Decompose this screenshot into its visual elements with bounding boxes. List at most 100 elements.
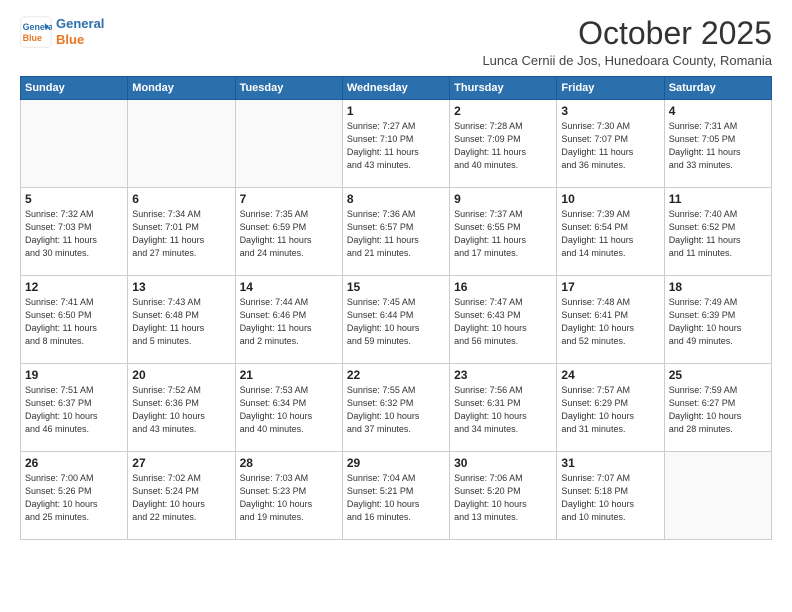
day-number: 25 — [669, 368, 767, 382]
day-info: Sunrise: 7:39 AM Sunset: 6:54 PM Dayligh… — [561, 208, 659, 260]
day-info: Sunrise: 7:30 AM Sunset: 7:07 PM Dayligh… — [561, 120, 659, 172]
day-number: 30 — [454, 456, 552, 470]
day-info: Sunrise: 7:51 AM Sunset: 6:37 PM Dayligh… — [25, 384, 123, 436]
day-number: 31 — [561, 456, 659, 470]
col-monday: Monday — [128, 77, 235, 100]
day-info: Sunrise: 7:43 AM Sunset: 6:48 PM Dayligh… — [132, 296, 230, 348]
day-info: Sunrise: 7:45 AM Sunset: 6:44 PM Dayligh… — [347, 296, 445, 348]
day-info: Sunrise: 7:49 AM Sunset: 6:39 PM Dayligh… — [669, 296, 767, 348]
svg-text:Blue: Blue — [23, 33, 42, 43]
day-info: Sunrise: 7:53 AM Sunset: 6:34 PM Dayligh… — [240, 384, 338, 436]
day-number: 4 — [669, 104, 767, 118]
day-info: Sunrise: 7:32 AM Sunset: 7:03 PM Dayligh… — [25, 208, 123, 260]
table-row: 4Sunrise: 7:31 AM Sunset: 7:05 PM Daylig… — [664, 100, 771, 188]
calendar-week-row: 5 Sunrise: 7:32 AM Sunset: 7:03 PM Daylig… — [21, 188, 772, 276]
table-row: 5 Sunrise: 7:32 AM Sunset: 7:03 PM Daylig… — [21, 188, 128, 276]
day-info: Sunrise: 7:44 AM Sunset: 6:46 PM Dayligh… — [240, 296, 338, 348]
day-info: Sunrise: 7:03 AM Sunset: 5:23 PM Dayligh… — [240, 472, 338, 524]
table-row — [235, 100, 342, 188]
table-row — [21, 100, 128, 188]
day-number: 15 — [347, 280, 445, 294]
day-info: Sunrise: 7:04 AM Sunset: 5:21 PM Dayligh… — [347, 472, 445, 524]
location-subtitle: Lunca Cernii de Jos, Hunedoara County, R… — [482, 53, 772, 68]
table-row: 28 Sunrise: 7:03 AM Sunset: 5:23 PM Dayli… — [235, 452, 342, 540]
calendar-week-row: 12Sunrise: 7:41 AM Sunset: 6:50 PM Dayli… — [21, 276, 772, 364]
table-row: 8 Sunrise: 7:36 AM Sunset: 6:57 PM Daylig… — [342, 188, 449, 276]
calendar-header-row: Sunday Monday Tuesday Wednesday Thursday… — [21, 77, 772, 100]
col-saturday: Saturday — [664, 77, 771, 100]
day-number: 7 — [240, 192, 338, 206]
table-row — [128, 100, 235, 188]
day-info: Sunrise: 7:52 AM Sunset: 6:36 PM Dayligh… — [132, 384, 230, 436]
logo-icon: General Blue — [20, 16, 52, 48]
day-number: 14 — [240, 280, 338, 294]
day-info: Sunrise: 7:37 AM Sunset: 6:55 PM Dayligh… — [454, 208, 552, 260]
table-row: 18 Sunrise: 7:49 AM Sunset: 6:39 PM Dayli… — [664, 276, 771, 364]
day-info: Sunrise: 7:56 AM Sunset: 6:31 PM Dayligh… — [454, 384, 552, 436]
day-number: 8 — [347, 192, 445, 206]
day-info: Sunrise: 7:36 AM Sunset: 6:57 PM Dayligh… — [347, 208, 445, 260]
logo: General Blue General Blue — [20, 16, 104, 48]
day-info: Sunrise: 7:41 AM Sunset: 6:50 PM Dayligh… — [25, 296, 123, 348]
day-number: 5 — [25, 192, 123, 206]
table-row: 31 Sunrise: 7:07 AM Sunset: 5:18 PM Dayli… — [557, 452, 664, 540]
month-title: October 2025 — [482, 16, 772, 51]
day-number: 1 — [347, 104, 445, 118]
table-row: 7 Sunrise: 7:35 AM Sunset: 6:59 PM Daylig… — [235, 188, 342, 276]
day-info: Sunrise: 7:02 AM Sunset: 5:24 PM Dayligh… — [132, 472, 230, 524]
day-number: 24 — [561, 368, 659, 382]
day-number: 2 — [454, 104, 552, 118]
calendar-page: General Blue General Blue October 2025 L… — [0, 0, 792, 560]
table-row: 1Sunrise: 7:27 AM Sunset: 7:10 PM Daylig… — [342, 100, 449, 188]
day-info: Sunrise: 7:59 AM Sunset: 6:27 PM Dayligh… — [669, 384, 767, 436]
day-number: 19 — [25, 368, 123, 382]
table-row: 20Sunrise: 7:52 AM Sunset: 6:36 PM Dayli… — [128, 364, 235, 452]
day-number: 28 — [240, 456, 338, 470]
table-row: 2 Sunrise: 7:28 AM Sunset: 7:09 PM Daylig… — [450, 100, 557, 188]
day-number: 9 — [454, 192, 552, 206]
col-friday: Friday — [557, 77, 664, 100]
table-row: 11 Sunrise: 7:40 AM Sunset: 6:52 PM Dayli… — [664, 188, 771, 276]
day-info: Sunrise: 7:28 AM Sunset: 7:09 PM Dayligh… — [454, 120, 552, 172]
table-row: 12Sunrise: 7:41 AM Sunset: 6:50 PM Dayli… — [21, 276, 128, 364]
table-row — [664, 452, 771, 540]
day-info: Sunrise: 7:06 AM Sunset: 5:20 PM Dayligh… — [454, 472, 552, 524]
table-row: 15 Sunrise: 7:45 AM Sunset: 6:44 PM Dayli… — [342, 276, 449, 364]
table-row: 23 Sunrise: 7:56 AM Sunset: 6:31 PM Dayli… — [450, 364, 557, 452]
day-number: 11 — [669, 192, 767, 206]
col-tuesday: Tuesday — [235, 77, 342, 100]
day-number: 27 — [132, 456, 230, 470]
table-row: 25 Sunrise: 7:59 AM Sunset: 6:27 PM Dayli… — [664, 364, 771, 452]
table-row: 19 Sunrise: 7:51 AM Sunset: 6:37 PM Dayli… — [21, 364, 128, 452]
day-info: Sunrise: 7:48 AM Sunset: 6:41 PM Dayligh… — [561, 296, 659, 348]
table-row: 17Sunrise: 7:48 AM Sunset: 6:41 PM Dayli… — [557, 276, 664, 364]
table-row: 3Sunrise: 7:30 AM Sunset: 7:07 PM Daylig… — [557, 100, 664, 188]
day-info: Sunrise: 7:47 AM Sunset: 6:43 PM Dayligh… — [454, 296, 552, 348]
header: General Blue General Blue October 2025 L… — [20, 16, 772, 68]
table-row: 10Sunrise: 7:39 AM Sunset: 6:54 PM Dayli… — [557, 188, 664, 276]
table-row: 21 Sunrise: 7:53 AM Sunset: 6:34 PM Dayli… — [235, 364, 342, 452]
day-info: Sunrise: 7:57 AM Sunset: 6:29 PM Dayligh… — [561, 384, 659, 436]
day-info: Sunrise: 7:07 AM Sunset: 5:18 PM Dayligh… — [561, 472, 659, 524]
day-info: Sunrise: 7:35 AM Sunset: 6:59 PM Dayligh… — [240, 208, 338, 260]
table-row: 26 Sunrise: 7:00 AM Sunset: 5:26 PM Dayli… — [21, 452, 128, 540]
table-row: 22Sunrise: 7:55 AM Sunset: 6:32 PM Dayli… — [342, 364, 449, 452]
table-row: 6Sunrise: 7:34 AM Sunset: 7:01 PM Daylig… — [128, 188, 235, 276]
calendar-week-row: 1Sunrise: 7:27 AM Sunset: 7:10 PM Daylig… — [21, 100, 772, 188]
day-info: Sunrise: 7:00 AM Sunset: 5:26 PM Dayligh… — [25, 472, 123, 524]
calendar-table: Sunday Monday Tuesday Wednesday Thursday… — [20, 76, 772, 540]
day-number: 23 — [454, 368, 552, 382]
logo-text: General Blue — [56, 16, 104, 47]
day-info: Sunrise: 7:55 AM Sunset: 6:32 PM Dayligh… — [347, 384, 445, 436]
calendar-week-row: 19 Sunrise: 7:51 AM Sunset: 6:37 PM Dayli… — [21, 364, 772, 452]
table-row: 13 Sunrise: 7:43 AM Sunset: 6:48 PM Dayli… — [128, 276, 235, 364]
day-info: Sunrise: 7:34 AM Sunset: 7:01 PM Dayligh… — [132, 208, 230, 260]
day-info: Sunrise: 7:40 AM Sunset: 6:52 PM Dayligh… — [669, 208, 767, 260]
day-number: 18 — [669, 280, 767, 294]
day-number: 26 — [25, 456, 123, 470]
col-sunday: Sunday — [21, 77, 128, 100]
day-number: 21 — [240, 368, 338, 382]
day-number: 13 — [132, 280, 230, 294]
table-row: 14 Sunrise: 7:44 AM Sunset: 6:46 PM Dayli… — [235, 276, 342, 364]
table-row: 30 Sunrise: 7:06 AM Sunset: 5:20 PM Dayli… — [450, 452, 557, 540]
